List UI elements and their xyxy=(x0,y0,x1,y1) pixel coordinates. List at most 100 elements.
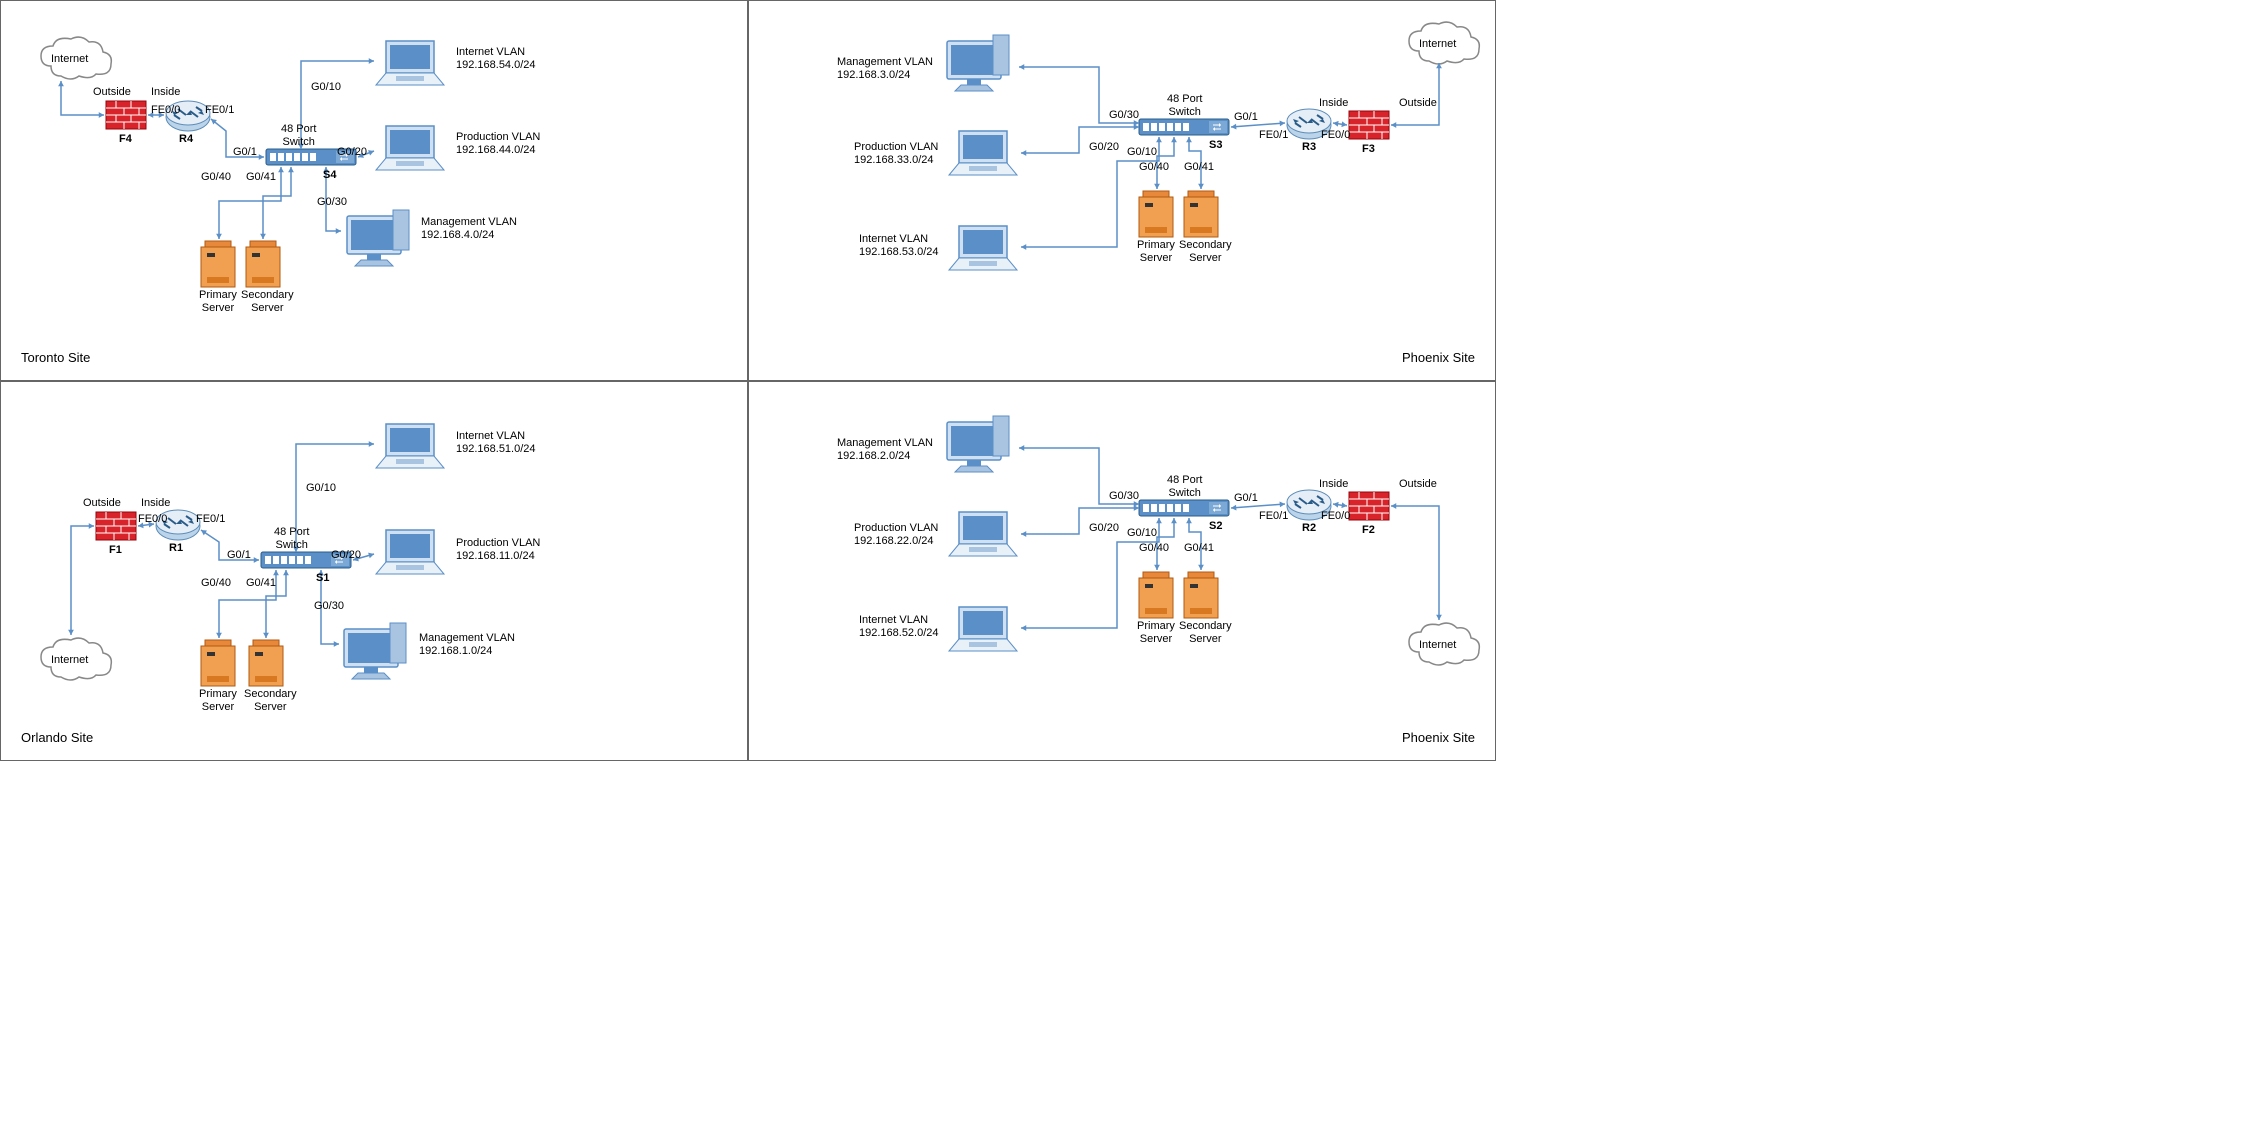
if-g010: G0/10 xyxy=(311,81,341,94)
vlan3-ip: 192.168.52.0/24 xyxy=(859,627,939,640)
if-g01: G0/1 xyxy=(227,549,251,562)
laptop-icon xyxy=(949,607,1017,651)
firewall-icon xyxy=(1349,492,1389,520)
site-name: Orlando Site xyxy=(21,730,93,745)
primary-server-label: Primary Server xyxy=(1137,620,1175,646)
if-g020: G0/20 xyxy=(1089,141,1119,154)
secondary-server-label: Secondary Server xyxy=(241,289,294,315)
if-g030: G0/30 xyxy=(1109,490,1139,503)
laptop-icon xyxy=(376,126,444,170)
vlan1-name: Internet VLAN xyxy=(456,46,525,59)
if-g030: G0/30 xyxy=(314,600,344,613)
vlan2-ip: 192.168.44.0/24 xyxy=(456,144,536,157)
firewall-icon xyxy=(106,101,146,129)
internet-label: Internet xyxy=(51,654,88,667)
vlan2-name: Production VLAN xyxy=(854,141,938,154)
switch-name: S3 xyxy=(1209,139,1222,152)
inside-label: Inside xyxy=(151,86,180,99)
if-fe00: FE0/0 xyxy=(138,513,167,526)
server-icon xyxy=(201,640,235,686)
site-name: Phoenix Site xyxy=(1402,730,1475,745)
if-g040: G0/40 xyxy=(201,171,231,184)
if-g010: G0/10 xyxy=(1127,527,1157,540)
if-g01: G0/1 xyxy=(233,146,257,159)
if-g01: G0/1 xyxy=(1234,111,1258,124)
server-icon xyxy=(1139,572,1173,618)
firewall-name: F3 xyxy=(1362,143,1375,156)
vlan2-name: Production VLAN xyxy=(456,131,540,144)
server-icon xyxy=(1139,191,1173,237)
if-g020: G0/20 xyxy=(337,146,367,159)
firewall-name: F4 xyxy=(119,133,132,146)
vlan3-ip: 192.168.1.0/24 xyxy=(419,645,492,658)
switch-label: 48 Port Switch xyxy=(281,123,316,149)
outside-label: Outside xyxy=(1399,478,1437,491)
inside-label: Inside xyxy=(1319,478,1348,491)
server-icon xyxy=(1184,572,1218,618)
firewall-icon xyxy=(96,512,136,540)
switch-label: 48 Port Switch xyxy=(274,526,309,552)
switch-label: 48 Port Switch xyxy=(1167,93,1202,119)
vlan3-ip: 192.168.53.0/24 xyxy=(859,246,939,259)
vlan1-name: Management VLAN xyxy=(837,56,933,69)
outside-label: Outside xyxy=(83,497,121,510)
monitor-icon xyxy=(347,210,409,266)
if-g040: G0/40 xyxy=(1139,161,1169,174)
secondary-server-label: Secondary Server xyxy=(1179,620,1232,646)
internet-label: Internet xyxy=(1419,38,1456,51)
outside-label: Outside xyxy=(93,86,131,99)
secondary-server-label: Secondary Server xyxy=(244,688,297,714)
server-icon xyxy=(249,640,283,686)
vlan2-ip: 192.168.33.0/24 xyxy=(854,154,934,167)
laptop-icon xyxy=(376,424,444,468)
site-name: Toronto Site xyxy=(21,350,90,365)
if-fe01: FE0/1 xyxy=(196,513,225,526)
vlan3-name: Management VLAN xyxy=(421,216,517,229)
if-g010: G0/10 xyxy=(306,482,336,495)
if-g041: G0/41 xyxy=(246,577,276,590)
switch-icon xyxy=(1139,119,1229,135)
if-g01: G0/1 xyxy=(1234,492,1258,505)
laptop-icon xyxy=(376,530,444,574)
if-g020: G0/20 xyxy=(331,549,361,562)
if-g040: G0/40 xyxy=(201,577,231,590)
server-icon xyxy=(246,241,280,287)
if-fe00: FE0/0 xyxy=(1321,510,1350,523)
vlan1-ip: 192.168.2.0/24 xyxy=(837,450,910,463)
inside-label: Inside xyxy=(1319,97,1348,110)
monitor-icon xyxy=(344,623,406,679)
switch-name: S4 xyxy=(323,169,336,182)
if-g041: G0/41 xyxy=(1184,542,1214,555)
vlan1-ip: 192.168.51.0/24 xyxy=(456,443,536,456)
outside-label: Outside xyxy=(1399,97,1437,110)
if-g020: G0/20 xyxy=(1089,522,1119,535)
laptop-icon xyxy=(376,41,444,85)
vlan1-name: Internet VLAN xyxy=(456,430,525,443)
firewall-name: F1 xyxy=(109,544,122,557)
if-g041: G0/41 xyxy=(246,171,276,184)
server-icon xyxy=(1184,191,1218,237)
inside-label: Inside xyxy=(141,497,170,510)
if-g010: G0/10 xyxy=(1127,146,1157,159)
server-icon xyxy=(201,241,235,287)
if-fe00: FE0/0 xyxy=(151,104,180,117)
switch-name: S2 xyxy=(1209,520,1222,533)
laptop-icon xyxy=(949,226,1017,270)
switch-name: S1 xyxy=(316,572,329,585)
vlan1-ip: 192.168.3.0/24 xyxy=(837,69,910,82)
firewall-name: F2 xyxy=(1362,524,1375,537)
secondary-server-label: Secondary Server xyxy=(1179,239,1232,265)
laptop-icon xyxy=(949,131,1017,175)
if-fe01: FE0/1 xyxy=(1259,129,1288,142)
if-g030: G0/30 xyxy=(1109,109,1139,122)
router-name: R4 xyxy=(179,133,193,146)
monitor-icon xyxy=(947,35,1009,91)
laptop-icon xyxy=(949,512,1017,556)
if-g040: G0/40 xyxy=(1139,542,1169,555)
if-g041: G0/41 xyxy=(1184,161,1214,174)
router-name: R1 xyxy=(169,542,183,555)
switch-label: 48 Port Switch xyxy=(1167,474,1202,500)
vlan2-ip: 192.168.11.0/24 xyxy=(456,550,535,563)
vlan2-name: Production VLAN xyxy=(854,522,938,535)
vlan1-name: Management VLAN xyxy=(837,437,933,450)
